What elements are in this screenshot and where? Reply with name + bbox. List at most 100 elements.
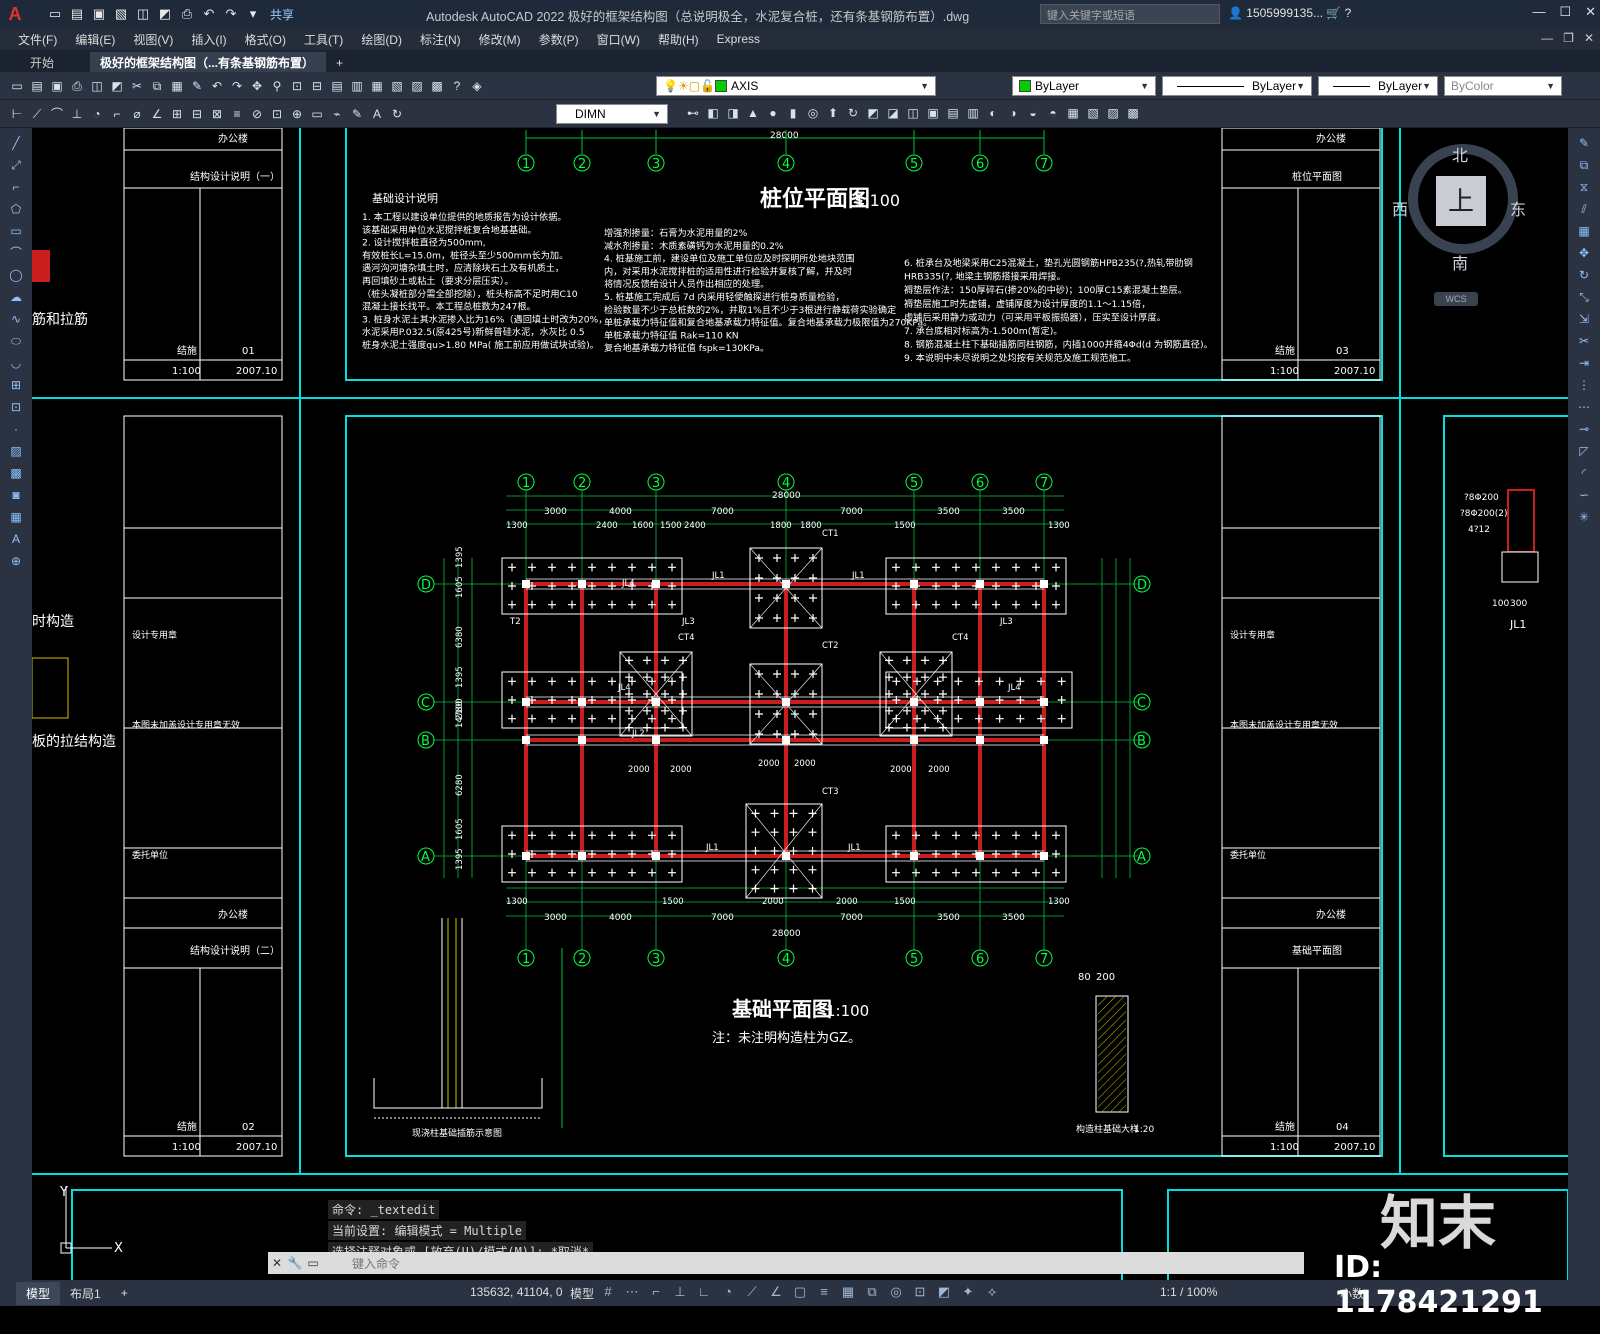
polygon-icon[interactable]: ⬠: [6, 200, 26, 218]
save-icon[interactable]: ▣: [48, 77, 66, 95]
point-icon[interactable]: ·: [6, 420, 26, 438]
autoscale-icon[interactable]: ⟡: [984, 1284, 1000, 1300]
new-icon[interactable]: ▭: [46, 5, 64, 23]
tab-start[interactable]: 开始: [0, 52, 90, 72]
transparency-icon[interactable]: ▦: [840, 1284, 856, 1300]
dim-style-icon[interactable]: ⊷: [684, 104, 702, 122]
undo-icon[interactable]: ↶: [208, 77, 226, 95]
dim-break-icon[interactable]: ⊘: [248, 105, 266, 123]
snap-icon[interactable]: ⋯: [624, 1284, 640, 1300]
zoom-realtime-icon[interactable]: ⚲: [268, 77, 286, 95]
fly-icon[interactable]: ▨: [1104, 104, 1122, 122]
color-combo[interactable]: ByLayer ▼: [1012, 76, 1156, 96]
mtext-icon[interactable]: A: [6, 530, 26, 548]
spline-icon[interactable]: ∿: [6, 310, 26, 328]
user-account[interactable]: 👤 1505999135... 🛒 ?: [1228, 6, 1351, 20]
break-icon[interactable]: ⋯: [1574, 398, 1594, 416]
annotation-scale[interactable]: 1:1 / 100%: [1160, 1285, 1217, 1299]
array-icon[interactable]: ▦: [1574, 222, 1594, 240]
osnap-icon[interactable]: ▢: [792, 1284, 808, 1300]
copy-object-icon[interactable]: ⧉: [1574, 156, 1594, 174]
center-mark-icon[interactable]: ⊕: [288, 105, 306, 123]
dim-angular-icon[interactable]: ∠: [148, 105, 166, 123]
render-icon[interactable]: ◑: [1004, 104, 1022, 122]
scale-icon[interactable]: ⤡: [1574, 288, 1594, 306]
dim-continue-icon[interactable]: ⊠: [208, 105, 226, 123]
qnew-icon[interactable]: ▭: [8, 77, 26, 95]
dimstyle-combo[interactable]: DIMN ▼: [556, 104, 668, 124]
viewcube[interactable]: 上 北 南 西 东 WCS: [1392, 132, 1538, 312]
doc-restore-icon[interactable]: ❐: [1563, 31, 1574, 45]
selection-cycling-icon[interactable]: ⧉: [864, 1284, 880, 1300]
pan-icon[interactable]: ✥: [248, 77, 266, 95]
paste-icon[interactable]: ▦: [168, 77, 186, 95]
menu-item[interactable]: 工具(T): [304, 31, 343, 48]
web-open-icon[interactable]: ◫: [134, 5, 152, 23]
3d-cylinder-icon[interactable]: ▮: [784, 104, 802, 122]
erase-icon[interactable]: ✎: [1574, 134, 1594, 152]
dim-ordinate-icon[interactable]: ⊥: [68, 105, 86, 123]
wcs-menu[interactable]: WCS: [1434, 292, 1478, 306]
calculator-icon[interactable]: ▩: [428, 77, 446, 95]
dim-diameter-icon[interactable]: ⌀: [128, 105, 146, 123]
search-input[interactable]: 键入关键字或短语: [1040, 4, 1220, 24]
3d-sphere-icon[interactable]: ●: [764, 104, 782, 122]
zoom-prev-icon[interactable]: ⊟: [308, 77, 326, 95]
insert-block-icon[interactable]: ⊞: [6, 376, 26, 394]
polar-icon[interactable]: ◔: [720, 1284, 736, 1300]
region-icon[interactable]: ◙: [6, 486, 26, 504]
menu-item[interactable]: Express: [717, 32, 760, 46]
close-icon[interactable]: ✕: [1585, 4, 1596, 20]
plotstyle-combo[interactable]: ByColor ▼: [1444, 76, 1562, 96]
tool-palettes-icon[interactable]: ▦: [368, 77, 386, 95]
extrude-icon[interactable]: ⬆: [824, 104, 842, 122]
move-icon[interactable]: ✥: [1574, 244, 1594, 262]
rectangle-icon[interactable]: ▭: [6, 222, 26, 240]
menu-item[interactable]: 视图(V): [133, 31, 173, 48]
3d-wedge-icon[interactable]: ◨: [724, 104, 742, 122]
menu-item[interactable]: 格式(O): [245, 31, 286, 48]
shade-icon[interactable]: ◐: [984, 104, 1002, 122]
orbit-icon[interactable]: ▩: [1124, 104, 1142, 122]
jogged-linear-icon[interactable]: ⌁: [328, 105, 346, 123]
dim-edit-icon[interactable]: ✎: [348, 105, 366, 123]
customize-icon[interactable]: ▾: [244, 5, 262, 23]
command-input[interactable]: 键入命令: [352, 1255, 400, 1272]
add-selected-icon[interactable]: ⊕: [6, 552, 26, 570]
layer-combo[interactable]: 💡☀▢🔓 AXIS ▼: [656, 76, 936, 96]
wrench-icon[interactable]: 🔧: [286, 1256, 304, 1270]
close-icon[interactable]: ✕: [268, 1256, 286, 1270]
ellipse-icon[interactable]: ⬭: [6, 332, 26, 350]
dim-aligned-icon[interactable]: ⟋: [28, 105, 46, 123]
dim-jogged-icon[interactable]: ⌐: [108, 105, 126, 123]
make-block-icon[interactable]: ⊡: [6, 398, 26, 416]
redo-icon[interactable]: ↷: [228, 77, 246, 95]
3d-box-icon[interactable]: ◧: [704, 104, 722, 122]
cart-icon[interactable]: 🛒: [1323, 6, 1341, 20]
copy-icon[interactable]: ⧉: [148, 77, 166, 95]
table-icon[interactable]: ▦: [6, 508, 26, 526]
plot-icon[interactable]: ⎙: [68, 77, 86, 95]
plot-icon[interactable]: ⎙: [178, 5, 196, 23]
tab-model[interactable]: 模型: [16, 1281, 61, 1305]
walk-icon[interactable]: ▧: [1084, 104, 1102, 122]
sheet-set-icon[interactable]: ▧: [388, 77, 406, 95]
redo-icon[interactable]: ↷: [222, 5, 240, 23]
compass-east[interactable]: 东: [1510, 196, 1526, 220]
rotate-icon[interactable]: ↻: [1574, 266, 1594, 284]
quick-dim-icon[interactable]: ⊞: [168, 105, 186, 123]
break-at-point-icon[interactable]: ⋮: [1574, 376, 1594, 394]
publish-icon[interactable]: ◩: [108, 77, 126, 95]
menu-item[interactable]: 参数(P): [539, 31, 579, 48]
hatch-icon[interactable]: ▨: [6, 442, 26, 460]
menu-item[interactable]: 帮助(H): [658, 31, 699, 48]
undo-icon[interactable]: ↶: [200, 5, 218, 23]
match-prop-icon[interactable]: ✎: [188, 77, 206, 95]
blend-icon[interactable]: ∽: [1574, 486, 1594, 504]
extend-icon[interactable]: ⇥: [1574, 354, 1594, 372]
stretch-icon[interactable]: ⇲: [1574, 310, 1594, 328]
annotation-icon[interactable]: ✦: [960, 1284, 976, 1300]
line-icon[interactable]: ╱: [6, 134, 26, 152]
dim-arc-icon[interactable]: ⌒: [48, 105, 66, 123]
dyn-ucs-icon[interactable]: ⊥: [672, 1284, 688, 1300]
